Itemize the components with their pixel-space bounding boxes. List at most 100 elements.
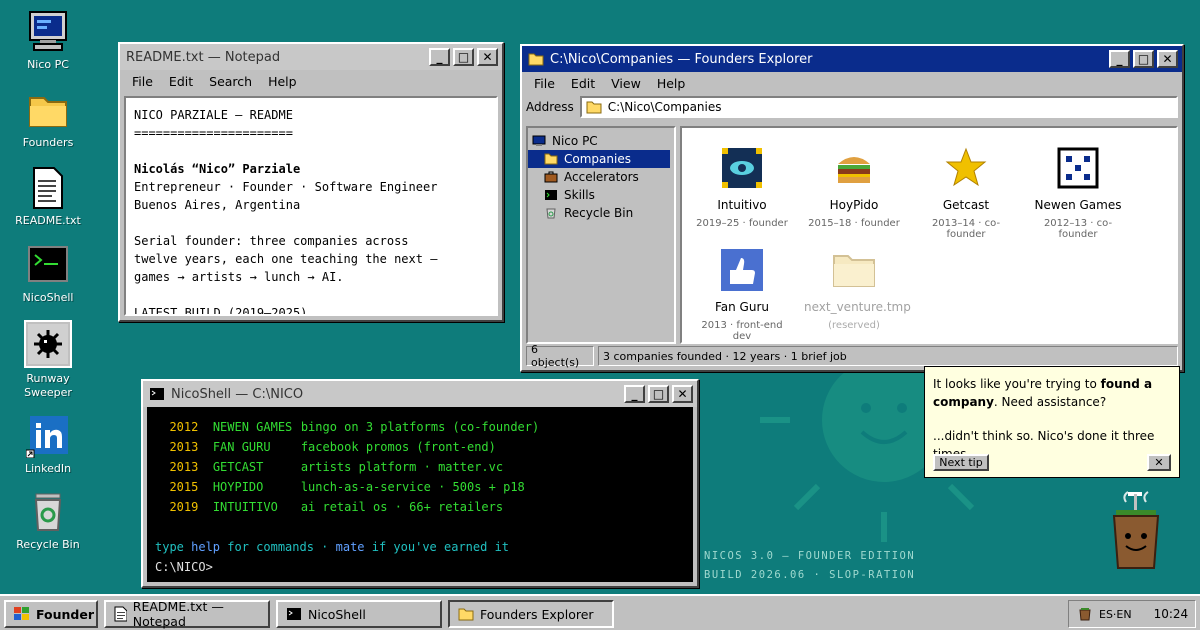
tree-label: Skills — [564, 188, 595, 202]
tree-item-skills[interactable]: Skills — [528, 186, 674, 204]
windows-logo-icon — [14, 607, 29, 620]
start-label: Founder — [36, 606, 95, 622]
minimize-button[interactable]: _ — [1109, 50, 1130, 68]
tile-sub: 2013–14 · co-founder — [931, 218, 1001, 240]
terminal-output[interactable]: 2012 NEWEN GAMES bingo on 3 platforms (co… — [147, 407, 693, 582]
explorer-statusbar: 6 object(s) 3 companies founded · 12 yea… — [526, 343, 1178, 369]
close-button[interactable]: ✕ — [672, 385, 693, 403]
tile-fan-guru[interactable]: Fan Guru 2013 · front-end dev — [692, 248, 792, 342]
mine-icon — [24, 320, 72, 368]
desktop-icon-founders[interactable]: Founders — [10, 88, 86, 150]
menu-file[interactable]: File — [124, 74, 161, 89]
terminal-row: 2013 FAN GURU facebook promos (front-end) — [169, 440, 496, 454]
assistant-tip-balloon: It looks like you're trying to found a c… — [924, 366, 1180, 478]
computer-icon — [532, 135, 546, 146]
tree-item-accelerators[interactable]: Accelerators — [528, 168, 674, 186]
menu-edit[interactable]: Edit — [161, 74, 201, 89]
terminal-icon — [150, 388, 164, 400]
maximize-button[interactable]: □ — [1133, 50, 1154, 68]
terminal-row: 2015 HOYPIDO lunch-as-a-service · 500s + … — [169, 480, 525, 494]
notepad-window[interactable]: README.txt — Notepad _ □ ✕ File Edit Sea… — [118, 42, 504, 322]
tile-sub: 2013 · front-end dev — [701, 320, 783, 342]
nicoshell-title: NicoShell — C:\NICO — [171, 386, 304, 402]
taskbar-item-explorer[interactable]: Founders Explorer — [448, 600, 614, 628]
tile-newen-games[interactable]: Newen Games 2012–13 · co-founder — [1028, 146, 1128, 240]
tip-close-button[interactable]: ✕ — [1147, 454, 1171, 471]
readme-heading: NICO PARZIALE — README — [134, 108, 293, 122]
desktop-icon-runway-sweeper[interactable]: Runway Sweeper — [10, 320, 86, 400]
status-summary: 3 companies founded · 12 years · 1 brief… — [598, 346, 1178, 366]
mate-cup-icon[interactable] — [1079, 607, 1091, 621]
readme-summary-line: games → artists → lunch → AI. — [134, 270, 344, 284]
readme-underline: ====================== — [134, 126, 293, 140]
terminal-icon — [545, 190, 557, 200]
folder-icon — [544, 153, 558, 165]
recycle-bin-icon — [546, 208, 556, 219]
nicoshell-window[interactable]: NicoShell — C:\NICO _ □ ✕ 2012 NEWEN GAM… — [141, 379, 699, 588]
address-value: C:\Nico\Companies — [607, 100, 722, 114]
menu-help[interactable]: Help — [649, 76, 694, 91]
taskbar-item-notepad[interactable]: README.txt — Notepad — [104, 599, 270, 629]
tile-hoypido[interactable]: HoyPido 2015–18 · founder — [804, 146, 904, 229]
address-input[interactable]: C:\Nico\Companies — [579, 96, 1178, 118]
menu-view[interactable]: View — [603, 76, 649, 91]
tile-sub: 2012–13 · co-founder — [1043, 218, 1113, 240]
system-tray: ES·EN 10:24 — [1068, 600, 1196, 628]
terminal-row: 2012 NEWEN GAMES bingo on 3 platforms (co… — [169, 420, 540, 434]
desktop-icon-recycle-bin[interactable]: Recycle Bin — [10, 490, 86, 552]
start-button[interactable]: Founder — [4, 600, 98, 628]
menu-help[interactable]: Help — [260, 74, 305, 89]
terminal-icon — [26, 243, 70, 287]
desktop-icon-nicoshell[interactable]: NicoShell — [10, 243, 86, 305]
tree-item-companies[interactable]: Companies — [528, 150, 670, 168]
nicoshell-titlebar[interactable]: NicoShell — C:\NICO _ □ ✕ — [143, 381, 697, 407]
terminal-icon — [287, 608, 301, 620]
explorer-menubar: File Edit View Help — [522, 72, 1182, 94]
file-pane: Intuitivo 2019–25 · founder HoyPido 2015… — [680, 126, 1178, 344]
tree-item-nico-pc[interactable]: Nico PC — [528, 132, 674, 150]
address-bar: Address C:\Nico\Companies — [522, 94, 1182, 120]
desktop-icon-label: LinkedIn — [24, 462, 72, 475]
tile-getcast[interactable]: Getcast 2013–14 · co-founder — [916, 146, 1016, 240]
tree-label: Recycle Bin — [564, 206, 634, 220]
folder-icon — [586, 101, 602, 114]
explorer-window[interactable]: C:\Nico\Companies — Founders Explorer _ … — [520, 44, 1184, 372]
taskbar-item-nicoshell[interactable]: NicoShell — [276, 600, 442, 628]
desktop-icon-nico-pc[interactable]: Nico PC — [10, 10, 86, 72]
tile-intuitivo[interactable]: Intuitivo 2019–25 · founder — [692, 146, 792, 229]
folder-icon — [458, 608, 474, 621]
close-button[interactable]: ✕ — [477, 48, 498, 66]
explorer-titlebar[interactable]: C:\Nico\Companies — Founders Explorer _ … — [522, 46, 1182, 72]
close-button[interactable]: ✕ — [1157, 50, 1178, 68]
menu-edit[interactable]: Edit — [563, 76, 603, 91]
readme-blank — [134, 286, 488, 304]
menu-file[interactable]: File — [526, 76, 563, 91]
tile-name: HoyPido — [829, 198, 879, 212]
terminal-prompt[interactable]: C:\NICO> — [155, 557, 685, 577]
text-file-icon — [114, 606, 127, 622]
desktop-icon-label: Nico PC — [27, 58, 69, 71]
desktop-icon-label: README.txt — [15, 214, 81, 227]
linkedin-icon — [25, 414, 70, 459]
maximize-button[interactable]: □ — [453, 48, 474, 66]
notepad-titlebar[interactable]: README.txt — Notepad _ □ ✕ — [120, 44, 502, 70]
folder-icon — [26, 88, 70, 132]
briefcase-icon — [544, 171, 558, 183]
tile-next-venture[interactable]: next_venture.tmp (reserved) — [804, 248, 911, 331]
desktop-icon-linkedin[interactable]: LinkedIn — [10, 414, 86, 476]
desktop-icon-readme[interactable]: README.txt — [10, 166, 86, 228]
next-tip-button[interactable]: Next tip — [933, 454, 989, 471]
folder-tree: Nico PC Companies Accelerators Skills Re… — [526, 126, 676, 344]
minimize-button[interactable]: _ — [429, 48, 450, 66]
menu-search[interactable]: Search — [201, 74, 260, 89]
intuitivo-icon — [720, 146, 764, 190]
notepad-text-area[interactable]: NICO PARZIALE — README ==================… — [124, 96, 498, 316]
tree-item-recycle-bin[interactable]: Recycle Bin — [528, 204, 674, 222]
minimize-button[interactable]: _ — [624, 385, 645, 403]
maximize-button[interactable]: □ — [648, 385, 669, 403]
mate-cup-assistant[interactable] — [1108, 484, 1164, 574]
clock[interactable]: 10:24 — [1154, 607, 1189, 621]
desktop-icon-label: Recycle Bin — [16, 538, 80, 551]
desktop-icon-label: NicoShell — [22, 291, 74, 304]
language-indicator[interactable]: ES·EN — [1099, 608, 1132, 621]
